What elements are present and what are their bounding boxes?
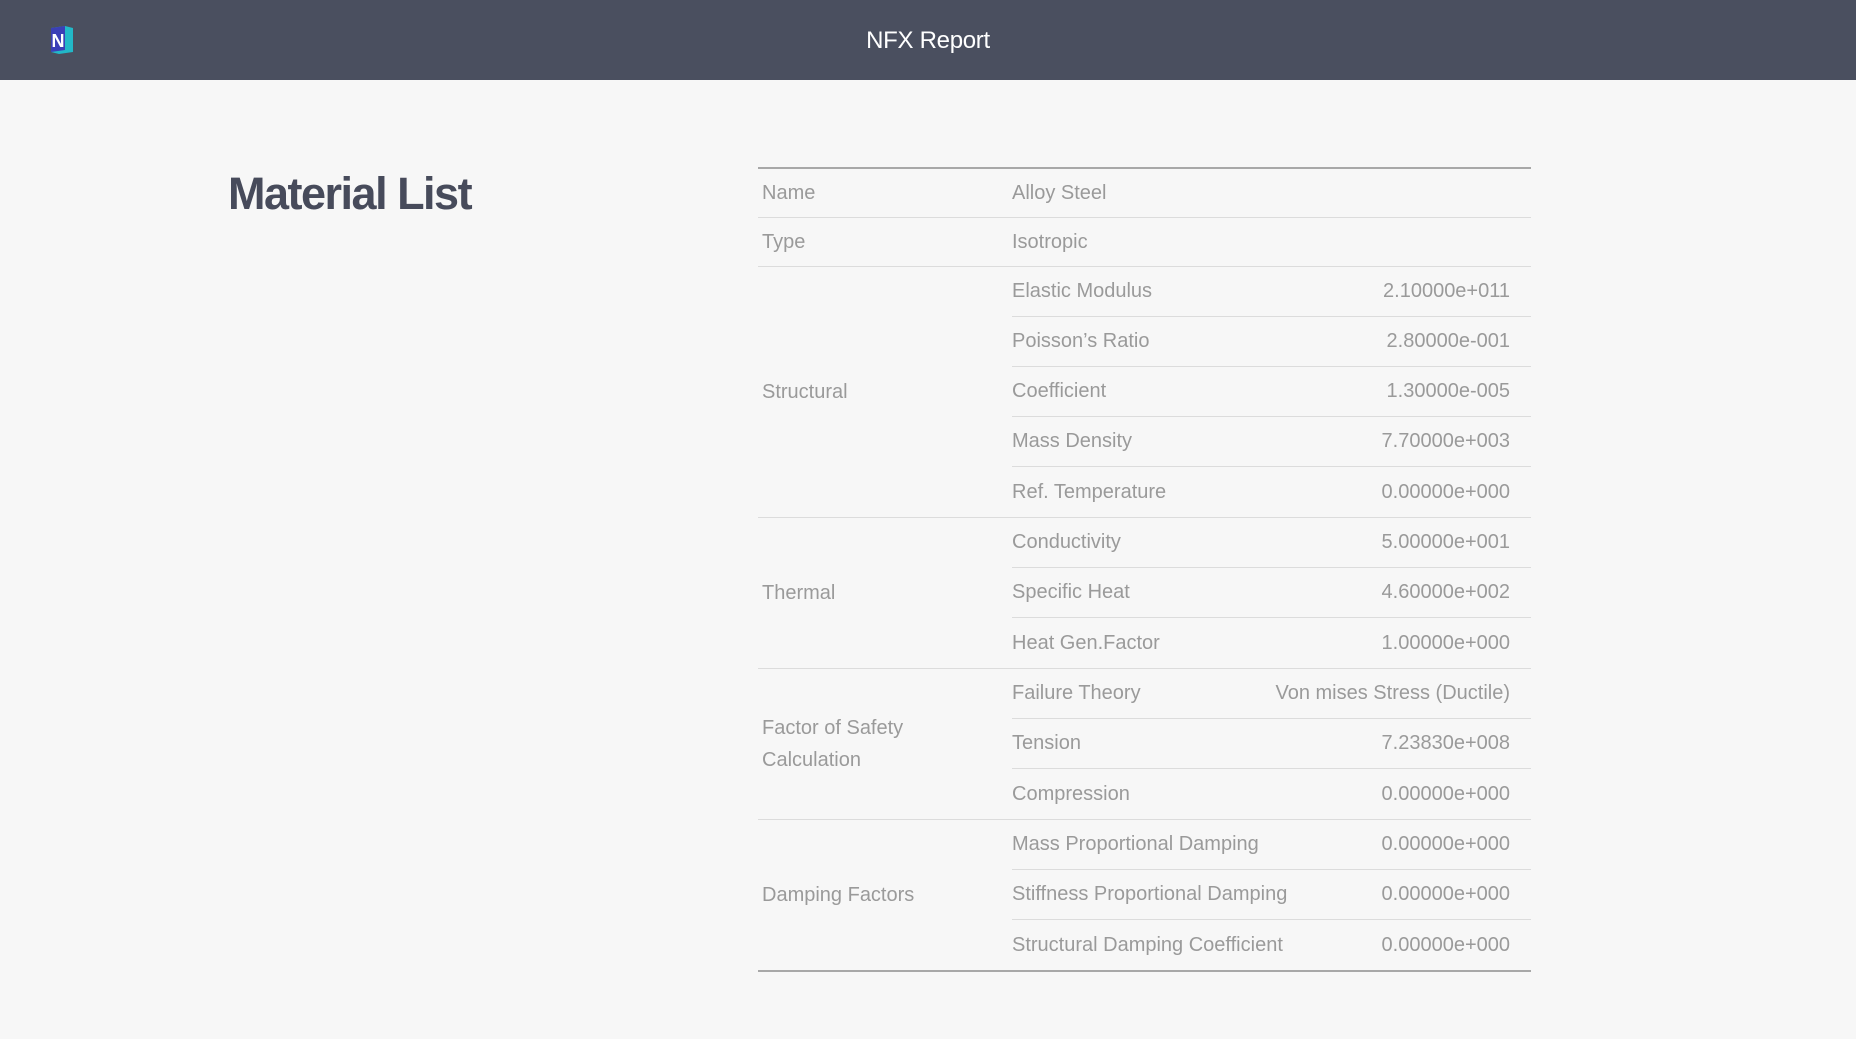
property-name: Ref. Temperature — [1012, 480, 1167, 503]
property-list: Failure Theory Von mises Stress (Ductile)… — [1012, 669, 1531, 819]
property-group-damping-factors: Damping Factors Mass Proportional Damping… — [758, 820, 1531, 970]
property-value: 7.70000e+003 — [1381, 430, 1510, 452]
group-label-cell: Structural — [758, 267, 1012, 517]
name-value: Alloy Steel — [1012, 181, 1107, 204]
property-value: 0.00000e+000 — [1381, 480, 1510, 503]
group-label: Thermal — [762, 582, 836, 604]
property-row-heat-gen-factor: Heat Gen.Factor 1.00000e+000 — [1012, 618, 1531, 668]
property-group-structural: Structural Elastic Modulus 2.10000e+011 Poi… — [758, 267, 1531, 518]
property-name: Structural Damping Coefficient — [1012, 933, 1283, 956]
group-label-cell: Damping Factors — [758, 820, 1012, 970]
property-name: Coefficient — [1012, 380, 1107, 402]
property-row-poisson-s-ratio: Poisson’s Ratio 2.80000e-001 — [1012, 317, 1531, 367]
property-row-failure-theory: Failure Theory Von mises Stress (Ductile) — [1012, 669, 1531, 719]
property-value: 0.00000e+000 — [1381, 883, 1510, 905]
property-name: Elastic Modulus — [1012, 280, 1153, 302]
report-window: N NFX Report Material List Name Alloy St… — [0, 0, 1856, 1039]
property-value: 2.10000e+011 — [1383, 280, 1510, 302]
property-row-coefficient: Coefficient 1.30000e-005 — [1012, 367, 1531, 417]
property-name: Heat Gen.Factor — [1012, 631, 1160, 654]
property-value: Von mises Stress (Ductile) — [1275, 682, 1510, 704]
group-label: Damping Factors — [762, 884, 915, 906]
header-title: NFX Report — [866, 27, 990, 54]
property-name: Mass Proportional Damping — [1012, 833, 1259, 855]
page-title: Material List — [228, 168, 473, 219]
property-name: Specific Heat — [1012, 581, 1130, 603]
group-label: Factor of Safety Calculation — [762, 717, 904, 771]
material-table: Name Alloy Steel Type Isotropic Structur… — [758, 167, 1531, 972]
property-value: 2.80000e-001 — [1386, 330, 1510, 352]
property-list: Conductivity 5.00000e+001 Specific Heat 4.6… — [1012, 518, 1531, 668]
property-row-structural-damping-coefficient: Structural Damping Coefficient 0.00000e+0… — [1012, 920, 1531, 970]
property-value: 0.00000e+000 — [1381, 833, 1510, 855]
name-label: Name — [762, 182, 816, 204]
property-value: 5.00000e+001 — [1381, 531, 1510, 553]
property-value: 1.30000e-005 — [1386, 380, 1510, 402]
property-value: 7.23830e+008 — [1381, 732, 1510, 754]
property-list: Mass Proportional Damping 0.00000e+000 Sti… — [1012, 820, 1531, 970]
property-name: Poisson’s Ratio — [1012, 330, 1150, 352]
property-value: 0.00000e+000 — [1381, 782, 1510, 805]
property-list: Elastic Modulus 2.10000e+011 Poisson’s Rat… — [1012, 267, 1531, 517]
property-row-conductivity: Conductivity 5.00000e+001 — [1012, 518, 1531, 568]
app-header: N NFX Report — [0, 0, 1856, 80]
property-group-factor-of-safety-calculation: Factor of Safety Calculation Failure Theo… — [758, 669, 1531, 820]
table-row-type: Type Isotropic — [758, 218, 1531, 267]
property-name: Tension — [1012, 732, 1081, 754]
type-label: Type — [762, 231, 806, 253]
property-row-compression: Compression 0.00000e+000 — [1012, 769, 1531, 819]
group-label-cell: Factor of Safety Calculation — [758, 669, 1012, 819]
table-row-name: Name Alloy Steel — [758, 169, 1531, 218]
group-label: Structural — [762, 381, 848, 403]
property-row-mass-density: Mass Density 7.70000e+003 — [1012, 417, 1531, 467]
property-row-stiffness-proportional-damping: Stiffness Proportional Damping 0.00000e+0… — [1012, 870, 1531, 920]
property-row-mass-proportional-damping: Mass Proportional Damping 0.00000e+000 — [1012, 820, 1531, 870]
property-row-tension: Tension 7.23830e+008 — [1012, 719, 1531, 769]
property-value: 1.00000e+000 — [1381, 631, 1510, 654]
property-name: Compression — [1012, 782, 1130, 805]
property-name: Conductivity — [1012, 531, 1121, 553]
property-name: Failure Theory — [1012, 682, 1141, 704]
property-value: 0.00000e+000 — [1381, 933, 1510, 956]
property-name: Stiffness Proportional Damping — [1012, 883, 1288, 905]
property-row-ref-temperature: Ref. Temperature 0.00000e+000 — [1012, 467, 1531, 517]
property-value: 4.60000e+002 — [1381, 581, 1510, 603]
property-row-elastic-modulus: Elastic Modulus 2.10000e+011 — [1012, 267, 1531, 317]
property-name: Mass Density — [1012, 430, 1133, 452]
type-value: Isotropic — [1012, 230, 1088, 253]
property-row-specific-heat: Specific Heat 4.60000e+002 — [1012, 568, 1531, 618]
group-label-cell: Thermal — [758, 518, 1012, 668]
property-group-thermal: Thermal Conductivity 5.00000e+001 Specific … — [758, 518, 1531, 669]
